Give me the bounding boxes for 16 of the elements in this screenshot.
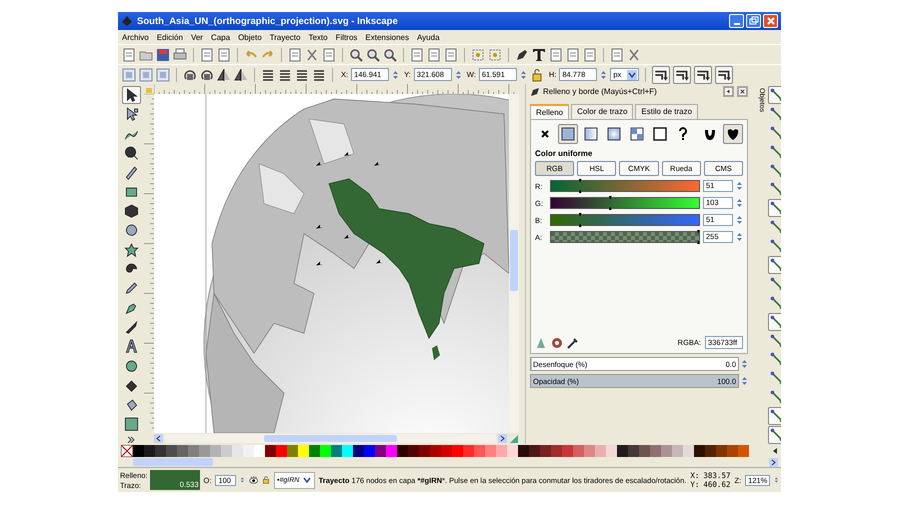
menu-item[interactable]: Trayecto (270, 32, 300, 42)
panel-title: Relleno y borde (Mayús+Ctrl+F) (543, 87, 658, 96)
window-title: South_Asia_UN_(orthographic_projection).svg - Inkscape (137, 16, 399, 26)
panel-tab[interactable]: Relleno (530, 104, 570, 119)
menu-item[interactable]: Filtros (336, 32, 358, 42)
menu-item[interactable]: Ver (190, 32, 203, 42)
menu-item[interactable]: Edición (156, 32, 183, 42)
menu-item[interactable]: Capa (210, 32, 230, 42)
menu-item[interactable]: Extensiones (365, 32, 409, 42)
panel-tab[interactable]: Estilo de trazo (635, 104, 698, 119)
section-heading: Color uniforme (535, 149, 594, 158)
panel-tab[interactable]: Color de trazo (571, 104, 634, 119)
menu-item[interactable]: Ayuda (416, 32, 440, 42)
menu-item[interactable]: Objeto (238, 32, 262, 42)
menu-item[interactable]: Archivo (122, 32, 149, 42)
menu-item[interactable]: Texto (308, 32, 328, 42)
